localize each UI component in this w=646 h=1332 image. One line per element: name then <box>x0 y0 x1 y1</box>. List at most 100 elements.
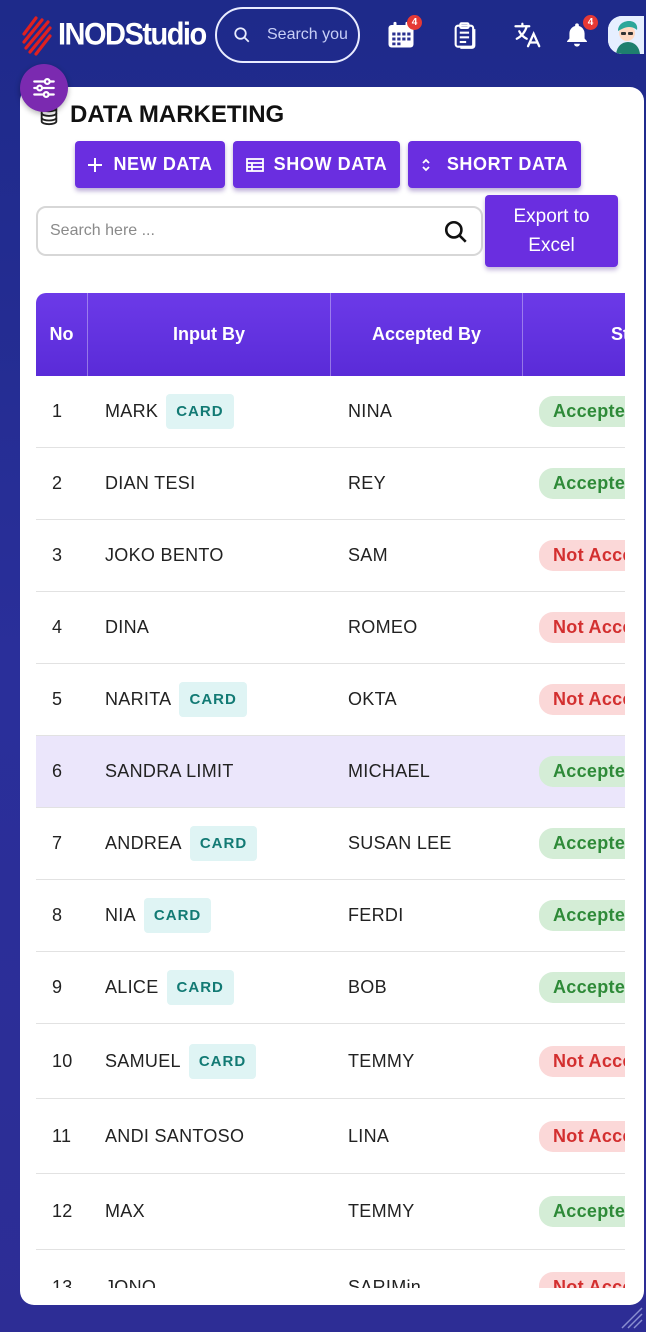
clipboard-icon <box>454 22 476 49</box>
cell-accepted-by: LINA <box>348 1125 390 1146</box>
cell-input-by: JONO <box>88 1277 331 1288</box>
column-header-input-by[interactable]: Input By <box>88 293 331 376</box>
brand-logo[interactable]: INODStudio <box>20 14 207 56</box>
table-icon <box>245 157 264 172</box>
sort-icon <box>422 158 430 171</box>
cell-accepted-by: REY <box>348 473 386 493</box>
status-badge: Accepted <box>539 1196 625 1227</box>
cell-no: 12 <box>52 1201 73 1221</box>
card-tag[interactable]: CARD <box>189 826 258 861</box>
card-tag[interactable]: CARD <box>166 394 234 429</box>
card-tag[interactable]: CARD <box>166 970 234 1005</box>
cell-input-by: MAX <box>88 1201 331 1222</box>
card-tag[interactable]: CARD <box>188 1043 257 1079</box>
calendar-badge: 4 <box>407 15 422 30</box>
main-card: DATA MARKETING NEW DATA SHOW DATA SHORT … <box>20 87 644 1305</box>
cell-no: 9 <box>52 977 63 997</box>
cell-no: 1 <box>52 401 63 421</box>
table-row[interactable]: 5 NARITA CARD OKTA Not Accepted <box>36 664 625 736</box>
table-row[interactable]: 10 SAMUEL CARD TEMMY Not Accepted <box>36 1024 625 1099</box>
language-button[interactable] <box>511 18 545 52</box>
short-data-button[interactable]: SHORT DATA <box>408 141 581 188</box>
show-data-button[interactable]: SHOW DATA <box>233 141 400 188</box>
user-avatar[interactable] <box>608 16 644 54</box>
avatar-illustration-icon <box>608 16 644 54</box>
cell-accepted-by: ROMEO <box>348 617 418 637</box>
table-row[interactable]: 9 ALICE CARD BOB Accepted <box>36 952 625 1024</box>
cell-accepted-by: SAM <box>348 545 388 565</box>
status-badge: Not Accepted <box>539 1120 625 1152</box>
input-by-name: NARITA <box>105 689 172 709</box>
resize-handle-icon[interactable] <box>618 1304 644 1330</box>
new-data-label: NEW DATA <box>113 154 213 174</box>
cell-input-by: DINA <box>88 617 331 638</box>
cell-status: Not Accepted <box>523 1045 625 1077</box>
status-badge: Not Accepted <box>539 684 625 715</box>
status-badge: Not Accepted <box>539 612 625 643</box>
cell-status: Accepted <box>523 828 625 859</box>
card-tag[interactable]: CARD <box>143 898 212 933</box>
table-row[interactable]: 12 MAX TEMMY Accepted <box>36 1174 625 1250</box>
table-search[interactable] <box>36 206 483 256</box>
status-badge: Accepted <box>539 828 625 859</box>
cell-no: 3 <box>52 545 63 565</box>
cell-accepted-by: TEMMY <box>348 1201 415 1221</box>
cell-accepted-by: FERDI <box>348 905 404 925</box>
status-badge: Accepted <box>539 972 625 1003</box>
table-row[interactable]: 4 DINA ROMEO Not Accepted <box>36 592 625 664</box>
notifications-button[interactable]: 4 <box>560 15 598 52</box>
column-header-accepted-by[interactable]: Accepted By <box>331 293 523 376</box>
cell-no: 6 <box>52 761 63 781</box>
status-badge: Accepted <box>539 396 625 427</box>
search-icon[interactable] <box>443 219 469 245</box>
card-tag[interactable]: CARD <box>179 682 247 717</box>
cell-status: Not Accepted <box>523 540 625 571</box>
cell-input-by: ANDREA CARD <box>88 826 331 861</box>
input-by-name: DIAN TESI <box>105 473 196 493</box>
top-navbar: INODStudio 4 4 <box>0 0 646 72</box>
cell-accepted-by: NINA <box>348 401 393 421</box>
cell-status: Accepted <box>523 396 625 427</box>
table-row[interactable]: 8 NIA CARD FERDI Accepted <box>36 880 625 952</box>
table-row[interactable]: 13 JONO SARIMin Not Accepted <box>36 1250 625 1288</box>
filter-settings-button[interactable] <box>20 64 68 112</box>
table-row[interactable]: 7 ANDREA CARD SUSAN LEE Accepted <box>36 808 625 880</box>
table-row[interactable]: 3 JOKO BENTO SAM Not Accepted <box>36 520 625 592</box>
column-header-no[interactable]: No <box>36 293 88 376</box>
global-search[interactable] <box>215 7 360 63</box>
global-search-input[interactable] <box>267 26 347 44</box>
input-by-name: SANDRA LIMIT <box>105 761 234 781</box>
cell-status: Not Accepted <box>523 1120 625 1152</box>
table-search-input[interactable] <box>50 222 430 240</box>
cell-status: Accepted <box>523 972 625 1003</box>
table-row[interactable]: 6 SANDRA LIMIT MICHAEL Accepted <box>36 736 625 808</box>
table-row[interactable]: 2 DIAN TESI REY Accepted <box>36 448 625 520</box>
status-badge: Not Accepted <box>539 540 625 571</box>
column-header-status[interactable]: Status <box>523 293 625 376</box>
new-data-button[interactable]: NEW DATA <box>75 141 225 188</box>
notifications-badge: 4 <box>583 15 598 30</box>
cell-accepted-by: TEMMY <box>348 1050 415 1071</box>
input-by-name: ANDI SANTOSO <box>105 1125 245 1146</box>
status-badge: Not Accepted <box>539 1045 625 1077</box>
table-row[interactable]: 1 MARK CARD NINA Accepted <box>36 376 625 448</box>
brand-name: INODStudio <box>58 17 207 52</box>
cell-accepted-by: OKTA <box>348 689 397 709</box>
status-badge: Accepted <box>539 900 625 931</box>
cell-input-by: ALICE CARD <box>88 970 331 1005</box>
cell-input-by: SANDRA LIMIT <box>88 761 331 782</box>
input-by-name: SAMUEL <box>105 1050 181 1071</box>
table-row[interactable]: 11 ANDI SANTOSO LINA Not Accepted <box>36 1099 625 1174</box>
cell-no: 7 <box>52 833 63 853</box>
cell-input-by: ANDI SANTOSO <box>88 1126 331 1147</box>
calendar-button[interactable]: 4 <box>384 15 422 52</box>
clipboard-button[interactable] <box>448 18 482 52</box>
export-excel-button[interactable]: Export to Excel <box>485 195 618 267</box>
cell-no: 4 <box>52 617 63 637</box>
cell-no: 8 <box>52 905 63 925</box>
cell-status: Accepted <box>523 756 625 787</box>
page-title: DATA MARKETING <box>70 101 285 128</box>
plus-icon <box>88 157 103 172</box>
cell-accepted-by: SARIMin <box>348 1277 422 1288</box>
input-by-name: NIA <box>105 905 136 925</box>
